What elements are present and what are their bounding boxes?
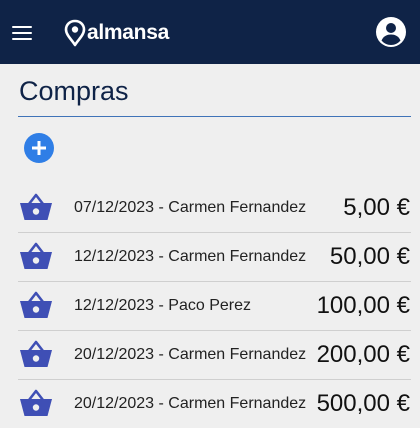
list-item[interactable]: 20/12/2023 - Carmen Fernandez 200,00 € — [18, 331, 411, 380]
title-divider — [18, 116, 411, 117]
purchase-amount: 50,00 € — [329, 243, 410, 270]
page-title: Compras — [19, 76, 129, 106]
purchase-amount: 200,00 € — [316, 341, 410, 368]
list-item[interactable]: 20/12/2023 - Carmen Fernandez 500,00 € — [18, 380, 411, 428]
shopping-basket-icon — [20, 389, 52, 416]
shopping-basket-icon — [20, 242, 52, 269]
shopping-basket-icon — [20, 193, 52, 220]
purchase-amount: 500,00 € — [316, 390, 410, 417]
app-logo[interactable]: almansa — [64, 18, 169, 48]
plus-icon — [32, 141, 46, 155]
account-circle-icon[interactable] — [375, 16, 407, 48]
purchase-label: 20/12/2023 - Carmen Fernandez — [74, 346, 307, 363]
list-item[interactable]: 12/12/2023 - Paco Perez 100,00 € — [18, 282, 411, 331]
purchase-label: 12/12/2023 - Carmen Fernandez — [74, 248, 307, 265]
logo-text: almansa — [87, 21, 169, 44]
purchase-amount: 100,00 € — [316, 292, 410, 319]
add-purchase-button[interactable] — [24, 133, 54, 163]
shopping-basket-icon — [20, 291, 52, 318]
top-app-bar: almansa — [0, 0, 420, 64]
purchase-amount: 5,00 € — [343, 194, 410, 221]
list-item[interactable]: 07/12/2023 - Carmen Fernandez 5,00 € — [18, 184, 411, 233]
list-item[interactable]: 12/12/2023 - Carmen Fernandez 50,00 € — [18, 233, 411, 282]
purchase-list: 07/12/2023 - Carmen Fernandez 5,00 € 12/… — [18, 184, 411, 428]
shopping-basket-icon — [20, 340, 52, 367]
purchase-label: 07/12/2023 - Carmen Fernandez — [74, 199, 307, 216]
purchase-label: 20/12/2023 - Carmen Fernandez — [74, 395, 307, 412]
purchase-label: 12/12/2023 - Paco Perez — [74, 297, 252, 314]
hamburger-menu-icon[interactable] — [12, 26, 32, 40]
map-pin-logo-icon — [64, 19, 86, 47]
